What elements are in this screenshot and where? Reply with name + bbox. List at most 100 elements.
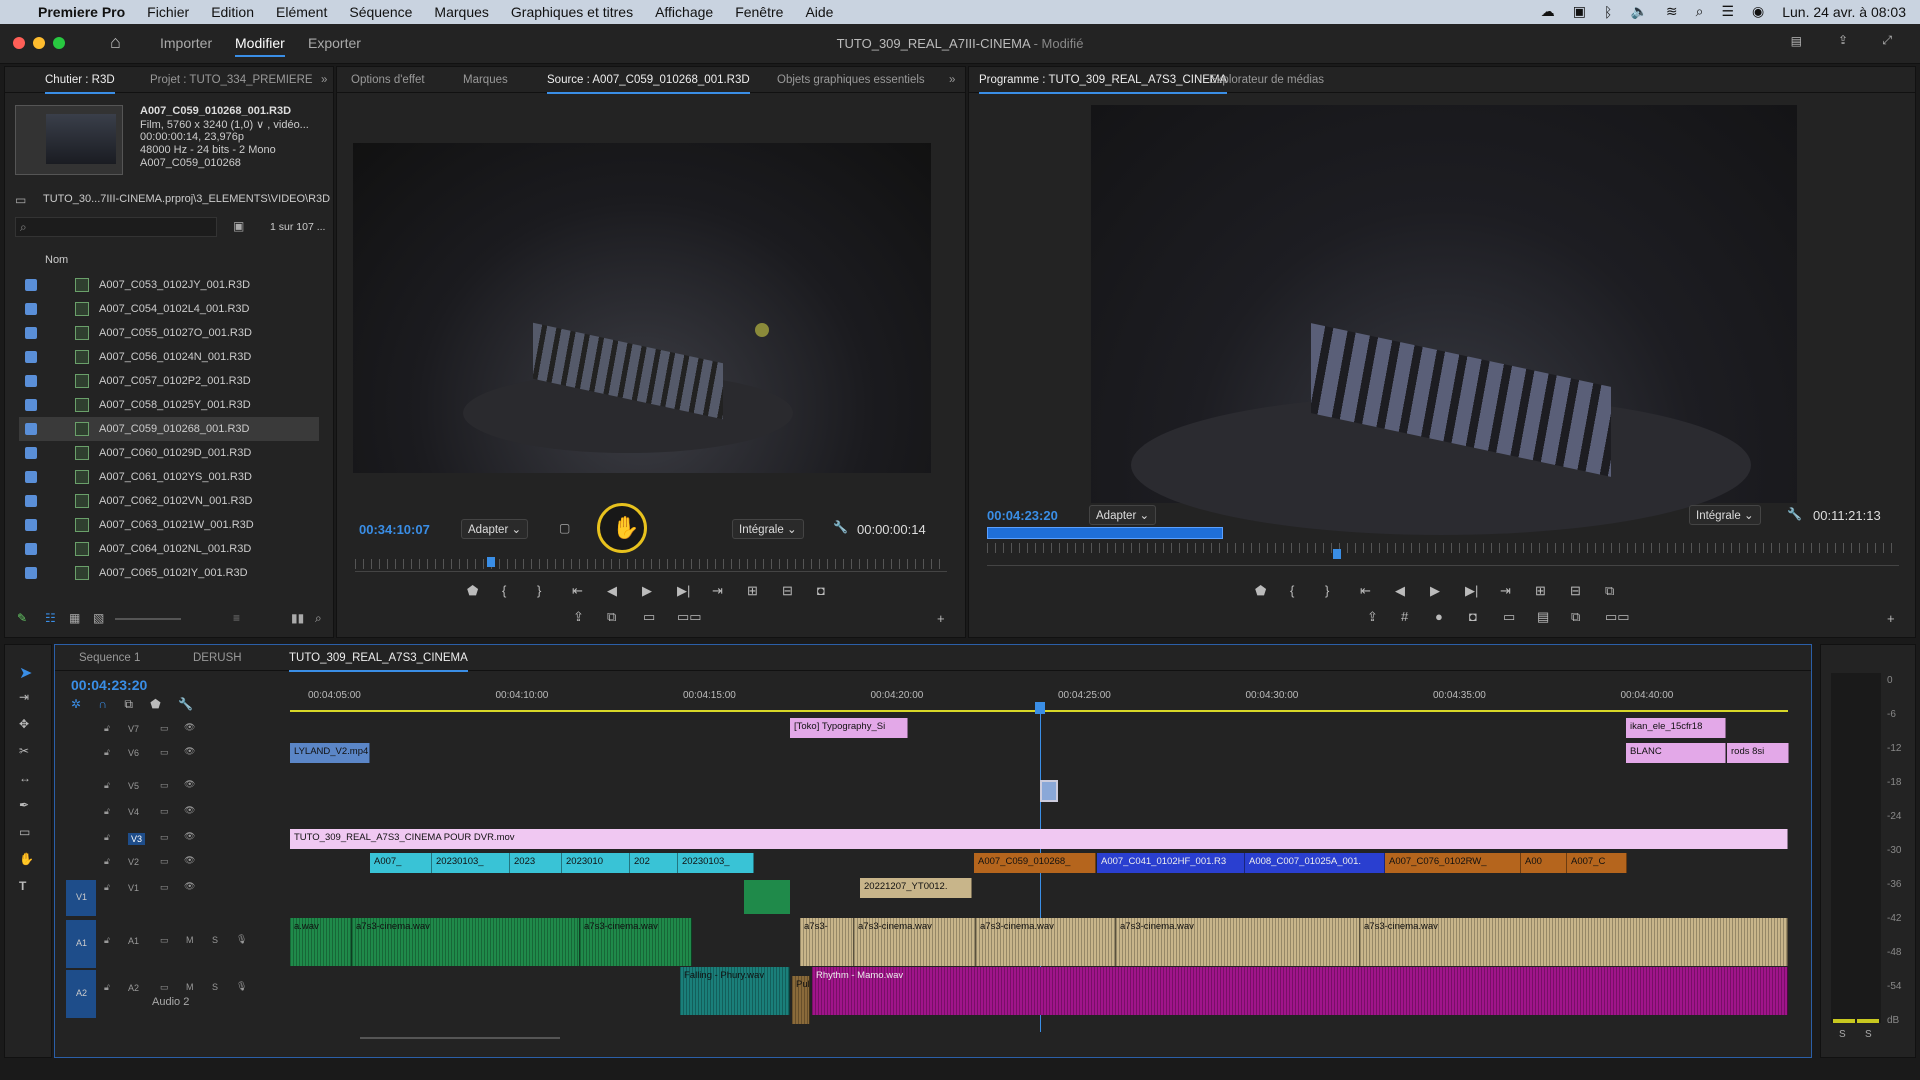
label-color-swatch[interactable] (25, 543, 37, 555)
source-video-frame[interactable] (353, 143, 931, 473)
program-playhead[interactable] (1333, 549, 1341, 559)
export-icon[interactable]: ⇪ (1367, 609, 1378, 625)
source-timecode[interactable]: 00:34:10:07 (359, 522, 430, 537)
label-color-swatch[interactable] (25, 351, 37, 363)
eye-icon[interactable]: 👁︎ (184, 881, 195, 892)
track-select-icon[interactable]: ⇥ (19, 690, 29, 704)
hand-tool-icon[interactable]: ✋ (19, 852, 34, 866)
share-icon[interactable]: ⇪ (1838, 33, 1848, 47)
eye-icon[interactable]: 👁︎ (184, 831, 195, 842)
camera-icon[interactable]: ◘ (1469, 609, 1477, 624)
timeline-clip[interactable]: a7s3-cinema.wav (1116, 918, 1360, 966)
list-view-icon[interactable]: ☷ (45, 611, 56, 625)
timeline-clip[interactable]: 2023010 (562, 853, 630, 873)
proxy-icon[interactable]: ▭▭ (1605, 609, 1630, 625)
rectangle-tool-icon[interactable]: ▭ (19, 825, 30, 839)
source-patch-v1[interactable]: V1 (66, 880, 96, 916)
menu-marques[interactable]: Marques (434, 4, 488, 20)
add-marker-icon[interactable]: ⬟ (1255, 583, 1266, 599)
menu-aide[interactable]: Aide (805, 4, 833, 20)
timeline-clip[interactable] (744, 880, 790, 914)
menu-app[interactable]: Premiere Pro (38, 4, 125, 20)
tab-programme[interactable]: Programme : TUTO_309_REAL_A7S3_CINEMA (979, 74, 1228, 94)
timeline-clip[interactable]: A008_C007_01025A_001. (1245, 853, 1385, 873)
program-fit-dropdown[interactable]: Adapter ⌄ (1089, 505, 1157, 525)
vr-icon[interactable]: ▤ (1537, 609, 1549, 625)
tab-derush[interactable]: DERUSH (193, 652, 242, 664)
file-list-item[interactable]: A007_C061_0102YS_001.R3D (19, 465, 319, 489)
timeline-clip[interactable]: Pul (792, 976, 810, 1024)
type-tool-icon[interactable]: T (19, 879, 26, 893)
menu-edition[interactable]: Edition (211, 4, 254, 20)
ripple-edit-icon[interactable]: ✥ (19, 717, 29, 731)
insert-icon[interactable]: ⊞ (747, 583, 758, 599)
step-back-icon[interactable]: ◀ (1395, 583, 1405, 599)
solo-button[interactable]: S (212, 982, 218, 992)
label-color-swatch[interactable] (25, 423, 37, 435)
timeline-clip[interactable]: rods 8si (1727, 743, 1789, 763)
mic-icon[interactable]: 🎙︎ (236, 981, 247, 992)
go-to-in-icon[interactable]: ⇤ (1360, 583, 1371, 599)
panel-overflow-icon[interactable]: » (949, 74, 955, 86)
file-list-item[interactable]: A007_C057_0102P2_001.R3D (19, 369, 319, 393)
safe-margins-icon[interactable]: ▭ (643, 609, 655, 625)
file-list-item[interactable]: A007_C053_0102JY_001.R3D (19, 273, 319, 297)
workspace-icon[interactable]: ▤ (1791, 34, 1802, 48)
eye-icon[interactable]: 👁︎ (184, 805, 195, 816)
timeline-clip[interactable]: A007_C059_010268_ (974, 853, 1096, 873)
timeline-clip[interactable]: a7s3-cinema.wav (976, 918, 1116, 966)
label-color-swatch[interactable] (25, 567, 37, 579)
sync-lock-icon[interactable]: ▭ (160, 780, 169, 791)
add-button[interactable]: + (1887, 611, 1895, 626)
lock-icon[interactable]: 🔓︎ (104, 723, 110, 734)
multicam-icon[interactable]: ⧉ (1571, 609, 1580, 625)
timeline-clip[interactable]: a7s3-cinema.wav (580, 918, 692, 966)
linked-selection-icon[interactable]: ⧉ (124, 697, 133, 711)
label-color-swatch[interactable] (25, 471, 37, 483)
timeline-clip[interactable]: 20230103_ (432, 853, 510, 873)
lock-icon[interactable]: 🔓︎ (104, 832, 110, 843)
find-icon[interactable]: ⌕ (315, 611, 322, 626)
bluetooth-icon[interactable]: ᛒ (1604, 4, 1612, 20)
timeline-clip[interactable] (1040, 780, 1058, 802)
timeline-clip[interactable]: TUTO_309_REAL_A7S3_CINEMA POUR DVR.mov (290, 829, 1788, 849)
source-patch-a2[interactable]: A2 (66, 970, 96, 1018)
file-list-item[interactable]: A007_C056_01024N_001.R3D (19, 345, 319, 369)
source-settings-icon[interactable]: ▢ (559, 521, 570, 535)
timeline-clip[interactable]: A007_C076_0102RW_ (1385, 853, 1521, 873)
creative-cloud-icon[interactable]: ☁ (1541, 3, 1555, 20)
menu-element[interactable]: Elément (276, 4, 327, 20)
tab-tuto-309[interactable]: TUTO_309_REAL_A7S3_CINEMA (289, 652, 468, 672)
source-patch-a1[interactable]: A1 (66, 920, 96, 968)
track-header-v7[interactable]: 🔓︎ V7 ▭ 👁︎ (64, 719, 282, 743)
label-color-swatch[interactable] (25, 447, 37, 459)
solo-right-button[interactable]: S (1865, 1029, 1872, 1040)
lock-icon[interactable]: 🔓︎ (104, 856, 110, 867)
razor-tool-icon[interactable]: ✂ (19, 744, 29, 758)
pencil-icon[interactable]: ✎ (17, 611, 27, 625)
track-header-v1[interactable]: 🔓︎ V1 ▭ 👁︎ (64, 878, 282, 902)
file-list-item[interactable]: A007_C054_0102L4_001.R3D (19, 297, 319, 321)
tab-source[interactable]: Source : A007_C059_010268_001.R3D (547, 74, 750, 94)
timeline-clip[interactable]: A00 (1521, 853, 1567, 873)
timeline-clip[interactable]: a7s3-cinema.wav (1360, 918, 1788, 966)
mute-button[interactable]: M (186, 935, 194, 945)
solo-button[interactable]: S (212, 935, 218, 945)
track-header-v3[interactable]: 🔓︎ V3 ▭ 👁︎ (64, 828, 282, 852)
icon-view-icon[interactable]: ▦ (69, 611, 80, 625)
menu-affichage[interactable]: Affichage (655, 4, 713, 20)
sync-lock-icon[interactable]: ▭ (160, 747, 169, 758)
safe-icon[interactable]: ▭ (1503, 609, 1515, 625)
snap-icon[interactable]: ∩ (98, 697, 107, 711)
track-header-v4[interactable]: 🔓︎ V4 ▭ 👁︎ (64, 802, 282, 826)
pen-tool-icon[interactable]: ✒ (19, 798, 29, 812)
wrench-icon[interactable]: 🔧 (1787, 507, 1802, 521)
solo-left-button[interactable]: S (1839, 1029, 1846, 1040)
add-marker-icon[interactable]: ⬟ (467, 583, 478, 599)
program-in-out-range[interactable] (987, 527, 1223, 539)
eye-icon[interactable]: 👁︎ (184, 779, 195, 790)
file-list-item[interactable]: A007_C064_0102NL_001.R3D (19, 537, 319, 561)
source-playhead[interactable] (487, 557, 495, 567)
tab-explorateur[interactable]: Explorateur de médias (1209, 74, 1324, 86)
menu-sequence[interactable]: Séquence (349, 4, 412, 20)
